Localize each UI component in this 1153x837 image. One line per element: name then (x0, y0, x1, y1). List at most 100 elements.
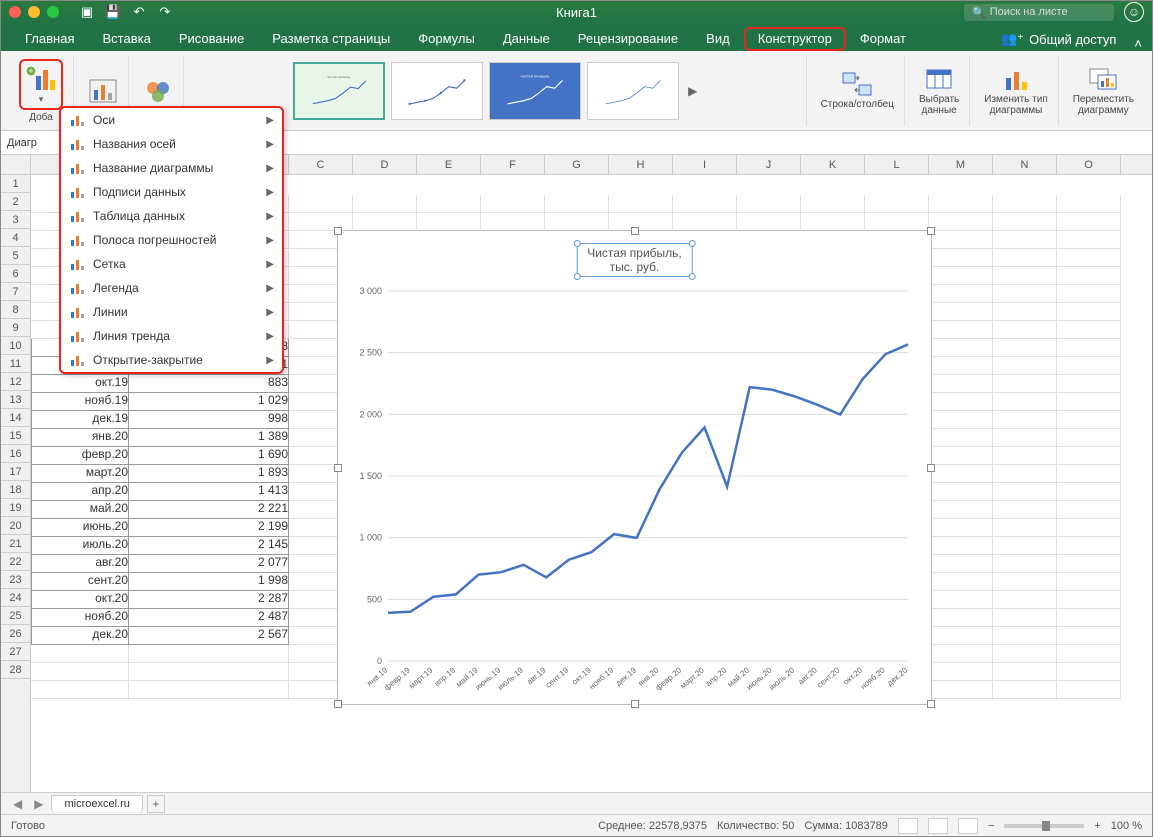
cell[interactable] (353, 195, 417, 213)
cell[interactable] (481, 195, 545, 213)
cell[interactable] (929, 681, 993, 699)
tab-formulas[interactable]: Формулы (404, 27, 489, 51)
view-page-break[interactable] (958, 818, 978, 834)
row-header[interactable]: 20 (1, 517, 30, 535)
switch-row-column-button[interactable] (841, 71, 873, 97)
cell[interactable] (993, 393, 1057, 411)
cell[interactable] (929, 609, 993, 627)
tab-review[interactable]: Рецензирование (564, 27, 692, 51)
select-data-button[interactable] (923, 66, 955, 92)
column-header-D[interactable]: D (353, 155, 417, 174)
row-header[interactable]: 19 (1, 499, 30, 517)
cell[interactable]: нояб.20 (31, 609, 129, 627)
cell[interactable] (993, 411, 1057, 429)
chart-handle[interactable] (631, 227, 639, 235)
cell[interactable] (929, 321, 993, 339)
cell[interactable] (1057, 393, 1121, 411)
cell[interactable] (929, 663, 993, 681)
chart-handle[interactable] (927, 700, 935, 708)
cell[interactable]: 2 199 (129, 519, 289, 537)
dropdown-item[interactable]: Линия тренда▶ (61, 324, 282, 348)
cell[interactable] (929, 267, 993, 285)
cell[interactable] (929, 645, 993, 663)
cell[interactable] (993, 501, 1057, 519)
cell[interactable] (993, 303, 1057, 321)
row-header[interactable]: 5 (1, 247, 30, 265)
cell[interactable]: 2 567 (129, 627, 289, 645)
row-header[interactable]: 18 (1, 481, 30, 499)
dropdown-item[interactable]: Открытие-закрытие▶ (61, 348, 282, 372)
cell[interactable] (929, 483, 993, 501)
cell[interactable] (1057, 537, 1121, 555)
row-header[interactable]: 7 (1, 283, 30, 301)
cell[interactable]: 1 389 (129, 429, 289, 447)
cell[interactable] (1057, 555, 1121, 573)
dropdown-item[interactable]: Оси▶ (61, 108, 282, 132)
cell[interactable] (31, 663, 129, 681)
dropdown-item[interactable]: Названия осей▶ (61, 132, 282, 156)
cell[interactable] (929, 519, 993, 537)
cell[interactable] (1057, 375, 1121, 393)
cell[interactable]: 1 413 (129, 483, 289, 501)
row-header[interactable]: 11 (1, 355, 30, 373)
tab-design[interactable]: Конструктор (744, 27, 846, 51)
row-header[interactable]: 12 (1, 373, 30, 391)
cell[interactable] (929, 573, 993, 591)
sheet-nav-left[interactable]: ◀ (9, 797, 26, 811)
styles-scroll-right[interactable]: ▶ (685, 71, 701, 111)
tab-home[interactable]: Главная (11, 27, 88, 51)
cell[interactable]: 2 487 (129, 609, 289, 627)
chart-style-2[interactable] (391, 62, 483, 120)
row-header[interactable]: 21 (1, 535, 30, 553)
cell[interactable] (1057, 213, 1121, 231)
cell[interactable] (993, 591, 1057, 609)
autosave-icon[interactable]: ▣ (79, 4, 95, 20)
move-chart-button[interactable] (1087, 66, 1119, 92)
cell[interactable] (929, 537, 993, 555)
cell[interactable] (929, 195, 993, 213)
column-header-M[interactable]: M (929, 155, 993, 174)
row-header[interactable]: 6 (1, 265, 30, 283)
cell[interactable] (1057, 249, 1121, 267)
cell[interactable] (1057, 339, 1121, 357)
cell[interactable] (1057, 447, 1121, 465)
row-header[interactable]: 28 (1, 661, 30, 679)
chart-style-3[interactable]: ЧИСТАЯ ПРИБЫЛЬ (489, 62, 581, 120)
change-chart-type-button[interactable] (1000, 66, 1032, 92)
column-header-K[interactable]: K (801, 155, 865, 174)
cell[interactable] (481, 213, 545, 231)
cell[interactable]: нояб.19 (31, 393, 129, 411)
column-header-E[interactable]: E (417, 155, 481, 174)
cell[interactable] (993, 681, 1057, 699)
tab-format[interactable]: Формат (846, 27, 920, 51)
cell[interactable] (1057, 267, 1121, 285)
cell[interactable] (929, 339, 993, 357)
chart-handle[interactable] (631, 700, 639, 708)
change-colors-button[interactable] (143, 78, 173, 104)
cell[interactable] (1057, 645, 1121, 663)
row-header[interactable]: 26 (1, 625, 30, 643)
cell[interactable] (673, 213, 737, 231)
cell[interactable] (993, 537, 1057, 555)
collapse-ribbon-icon[interactable]: ˄ (1134, 36, 1142, 51)
cell[interactable] (1057, 591, 1121, 609)
row-header[interactable]: 25 (1, 607, 30, 625)
cell[interactable]: 1 893 (129, 465, 289, 483)
cell[interactable]: янв.20 (31, 429, 129, 447)
row-header[interactable]: 16 (1, 445, 30, 463)
cell[interactable] (929, 411, 993, 429)
view-page-layout[interactable] (928, 818, 948, 834)
tab-insert[interactable]: Вставка (88, 27, 164, 51)
cell[interactable] (1057, 285, 1121, 303)
row-header[interactable]: 3 (1, 211, 30, 229)
undo-icon[interactable]: ↶ (131, 4, 147, 20)
cell[interactable] (1057, 627, 1121, 645)
cell[interactable] (1057, 195, 1121, 213)
dropdown-item[interactable]: Подписи данных▶ (61, 180, 282, 204)
cell[interactable]: 2 145 (129, 537, 289, 555)
chart-handle[interactable] (334, 464, 342, 472)
cell[interactable] (929, 591, 993, 609)
cell[interactable] (993, 573, 1057, 591)
dropdown-item[interactable]: Таблица данных▶ (61, 204, 282, 228)
cell[interactable] (1057, 429, 1121, 447)
